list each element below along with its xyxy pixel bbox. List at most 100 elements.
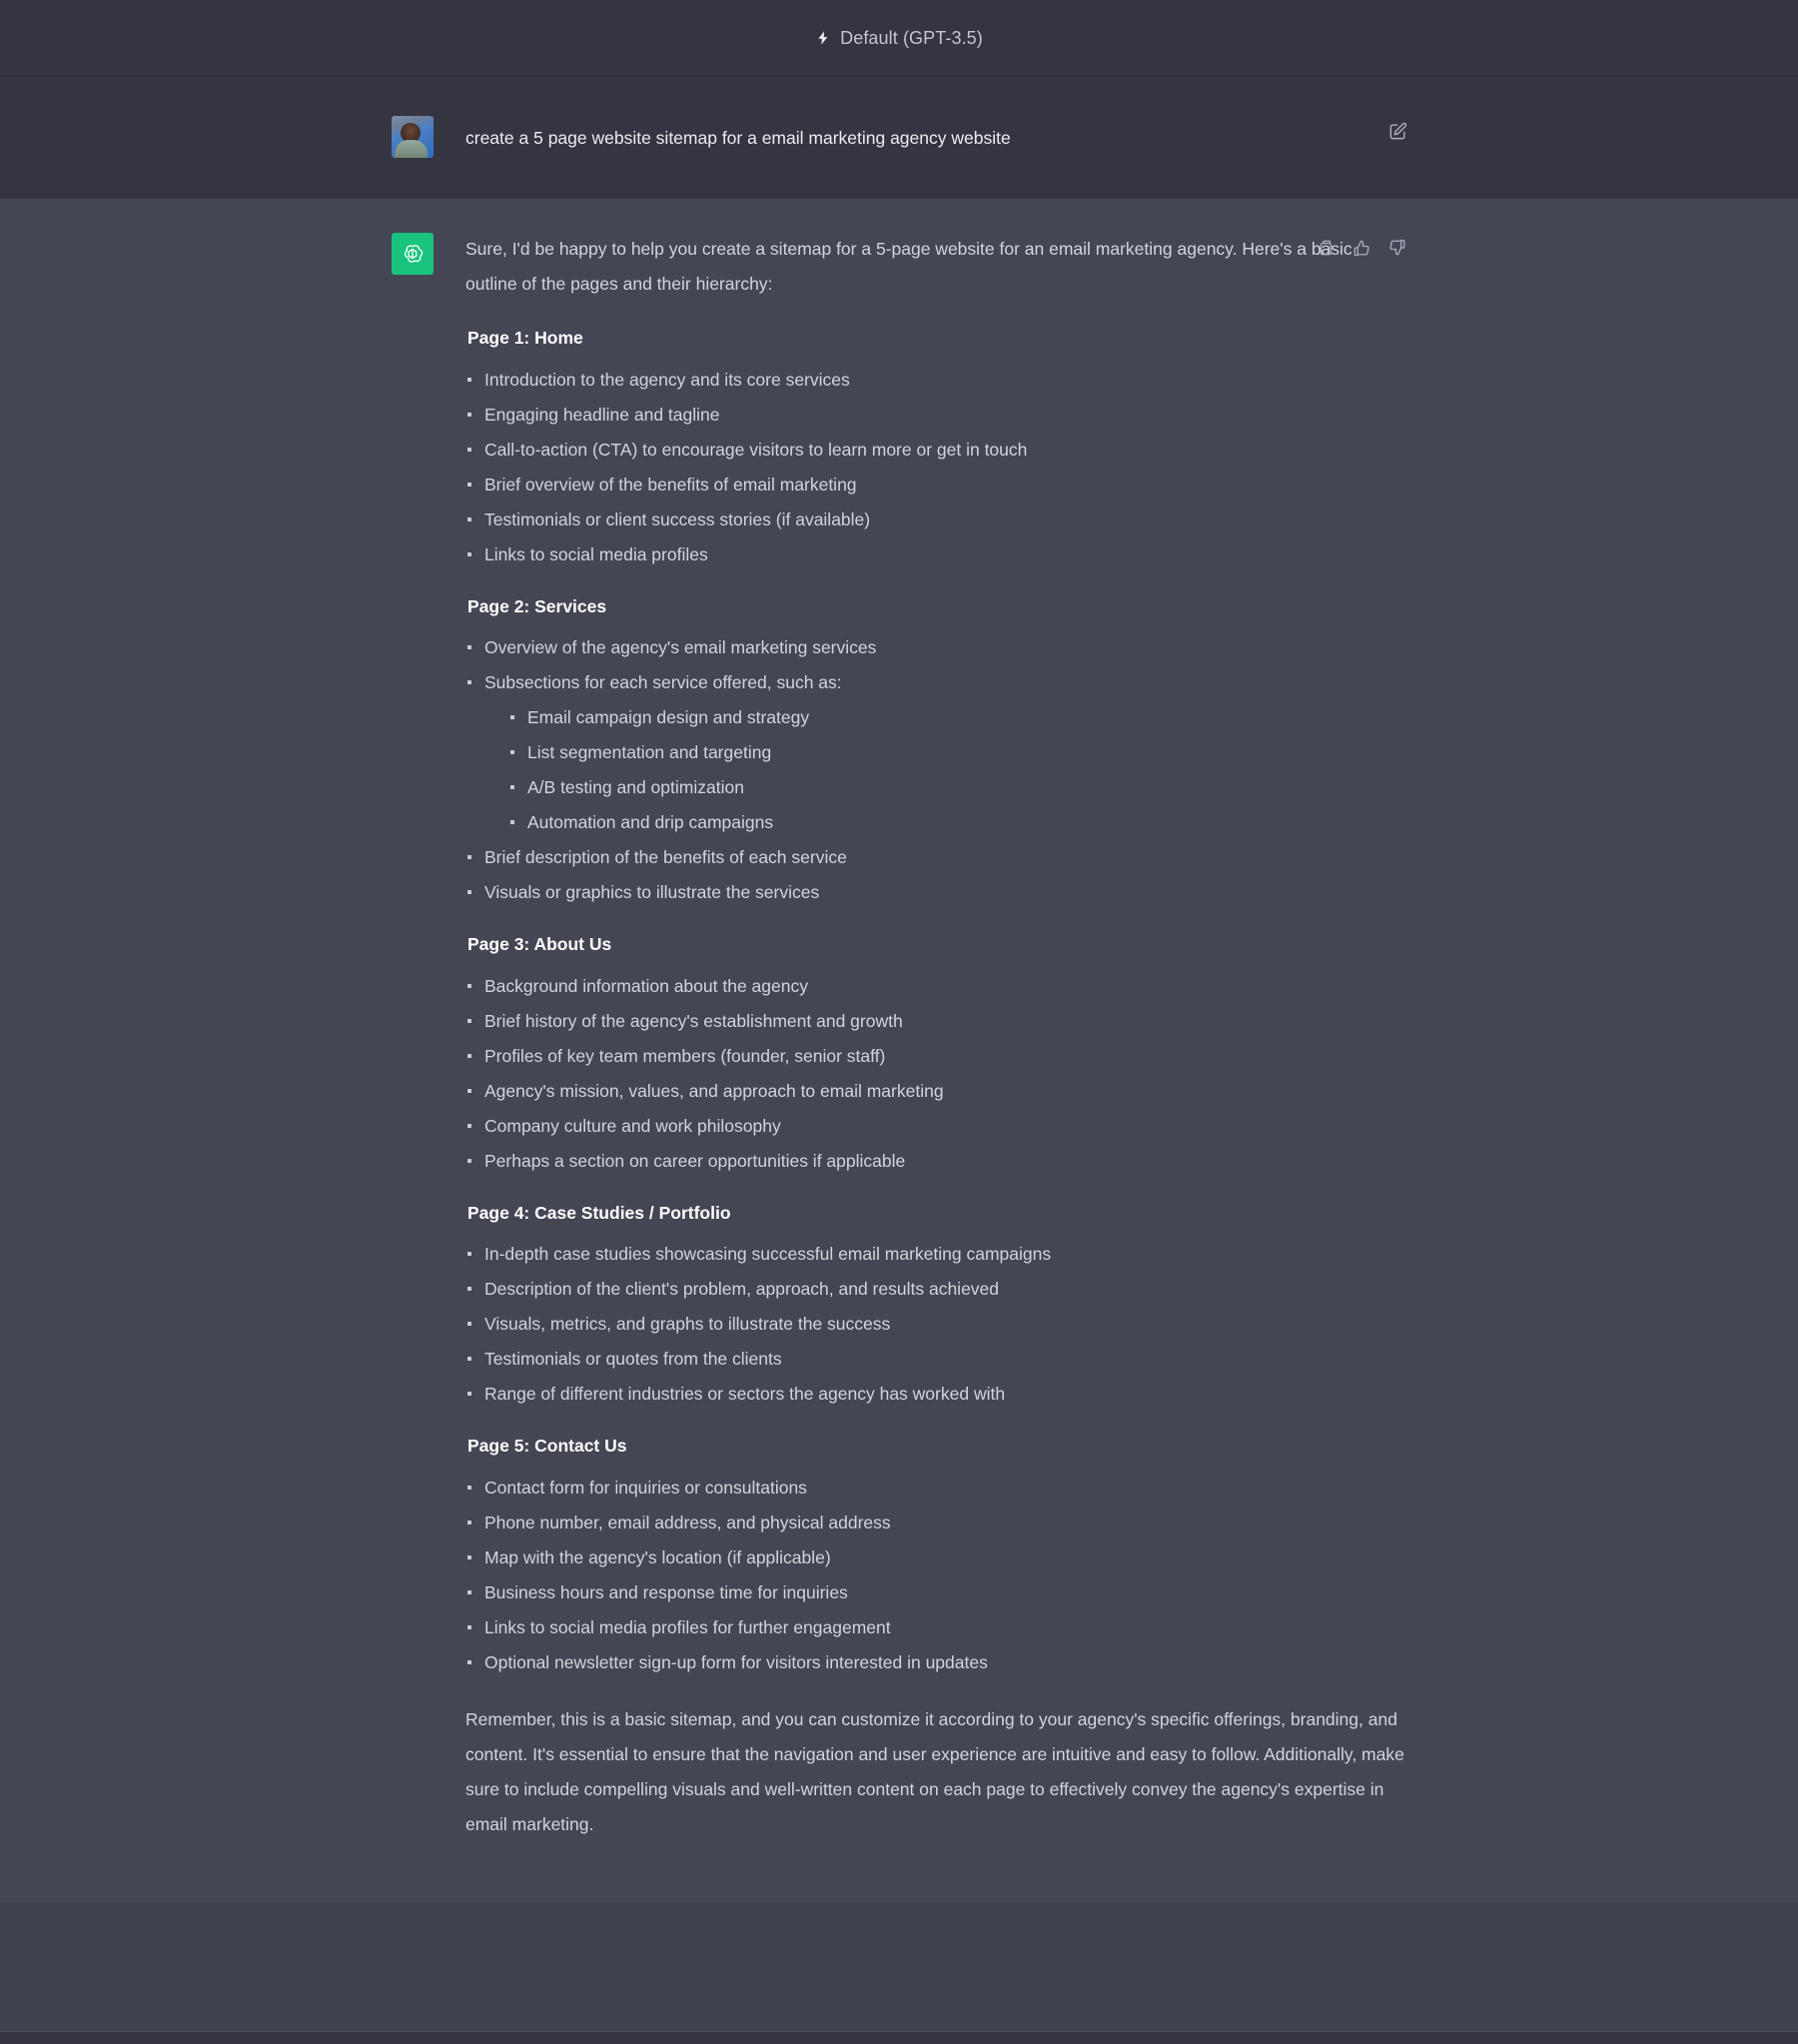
list-item-text: List segmentation and targeting [527, 742, 772, 762]
section-heading: Page 4: Case Studies / Portfolio [467, 1202, 731, 1223]
section-heading: Page 2: Services [467, 595, 607, 616]
list-item-text: Automation and drip campaigns [527, 812, 774, 832]
list-item-text: Engaging headline and tagline [484, 404, 720, 425]
list-item-text: Visuals, metrics, and graphs to illustra… [484, 1314, 891, 1334]
list-item-text: Testimonials or client success stories (… [484, 509, 871, 529]
composer-strip [0, 2031, 1798, 2044]
list-item: Testimonials or quotes from the clients [465, 1342, 1406, 1377]
list-item-text: Testimonials or quotes from the clients [484, 1349, 782, 1369]
list-item-text: Company culture and work philosophy [484, 1115, 781, 1136]
list-item: Background information about the agency [465, 969, 1406, 1004]
assistant-message-body: Sure, I'd be happy to help you create a … [465, 231, 1406, 1842]
list-item: Profiles of key team members (founder, s… [465, 1039, 1406, 1074]
list-item-text: Visuals or graphics to illustrate the se… [484, 882, 820, 902]
section-heading: Page 1: Home [467, 328, 583, 348]
list-item: Phone number, email address, and physica… [465, 1506, 1406, 1540]
sub-bullet-list: Email campaign design and strategy List … [484, 700, 1406, 840]
list-item: List segmentation and targeting [508, 735, 1406, 770]
user-message-actions [1384, 118, 1410, 144]
list-item-text: Links to social media profiles [484, 543, 708, 564]
chatgpt-logo-icon [392, 233, 434, 275]
thumbs-up-icon [1352, 239, 1370, 257]
list-item-text: Agency's mission, values, and approach t… [484, 1080, 944, 1101]
list-item: Call-to-action (CTA) to encourage visito… [465, 433, 1406, 468]
chatgpt-conversation-page: Default (GPT-3.5) create a 5 page websit… [0, 0, 1798, 2044]
edit-message-button[interactable] [1384, 118, 1410, 144]
list-item: Email campaign design and strategy [508, 700, 1406, 735]
copy-button[interactable] [1313, 235, 1339, 261]
thumbs-down-button[interactable] [1384, 235, 1410, 261]
list-item: Optional newsletter sign-up form for vis… [465, 1645, 1406, 1680]
edit-pencil-square-icon [1388, 122, 1407, 141]
list-item-text: Phone number, email address, and physica… [484, 1512, 891, 1533]
section-bullet-list: Contact form for inquiries or consultati… [465, 1471, 1406, 1680]
list-item-text: Links to social media profiles for furth… [484, 1616, 891, 1637]
assistant-outro-paragraph: Remember, this is a basic sitemap, and y… [465, 1708, 1404, 1834]
list-item: Brief description of the benefits of eac… [465, 840, 1406, 875]
assistant-avatar-column [392, 231, 434, 1842]
list-item: Contact form for inquiries or consultati… [465, 1471, 1406, 1506]
list-item: Visuals, metrics, and graphs to illustra… [465, 1307, 1406, 1342]
user-avatar-column [392, 114, 434, 158]
list-item: Perhaps a section on career opportunitie… [465, 1144, 1406, 1179]
bolt-icon [815, 29, 831, 47]
model-selector[interactable]: Default (GPT-3.5) [807, 25, 991, 51]
copy-icon [1317, 239, 1335, 257]
model-header: Default (GPT-3.5) [0, 0, 1798, 76]
list-item-text: Introduction to the agency and its core … [484, 369, 850, 390]
list-item: Brief history of the agency's establishm… [465, 1004, 1406, 1039]
user-message-body: create a 5 page website sitemap for a em… [465, 114, 1406, 158]
list-item: Description of the client's problem, app… [465, 1272, 1406, 1307]
list-item-text: Brief overview of the benefits of email … [484, 474, 857, 495]
list-item-text: Subsections for each service offered, su… [484, 672, 842, 692]
list-item-text: Profiles of key team members (founder, s… [484, 1045, 886, 1066]
list-item-text: Overview of the agency's email marketing… [484, 637, 877, 657]
list-item-text: Perhaps a section on career opportunitie… [484, 1150, 906, 1171]
list-item: Subsections for each service offered, su… [465, 665, 1406, 840]
list-item: Links to social media profiles for furth… [465, 1610, 1406, 1645]
list-item-text: Brief description of the benefits of eac… [484, 847, 847, 867]
assistant-message-row: Sure, I'd be happy to help you create a … [0, 199, 1798, 1902]
list-item: Overview of the agency's email marketing… [465, 630, 1406, 665]
section-bullet-list: In-depth case studies showcasing success… [465, 1237, 1406, 1412]
model-label: Default (GPT-3.5) [840, 27, 983, 48]
list-item: Automation and drip campaigns [508, 805, 1406, 840]
list-item: Visuals or graphics to illustrate the se… [465, 875, 1406, 910]
list-item-text: Optional newsletter sign-up form for vis… [484, 1651, 988, 1672]
section-heading: Page 3: About Us [467, 934, 612, 954]
list-item-text: Brief history of the agency's establishm… [484, 1010, 903, 1031]
list-item-text: Range of different industries or sectors… [484, 1384, 1006, 1404]
list-item: In-depth case studies showcasing success… [465, 1237, 1406, 1272]
list-item-text: Business hours and response time for inq… [484, 1581, 848, 1602]
list-item: Range of different industries or sectors… [465, 1377, 1406, 1412]
list-item-text: Background information about the agency [484, 975, 808, 996]
assistant-message-actions [1313, 235, 1410, 261]
list-item-text: Contact form for inquiries or consultati… [484, 1477, 807, 1498]
thumbs-down-icon [1388, 239, 1406, 257]
list-item: Testimonials or client success stories (… [465, 503, 1406, 537]
list-item: Map with the agency's location (if appli… [465, 1540, 1406, 1575]
section-bullet-list: Background information about the agency … [465, 969, 1406, 1179]
section-bullet-list: Introduction to the agency and its core … [465, 363, 1406, 572]
list-item-text: Description of the client's problem, app… [484, 1279, 1000, 1299]
user-avatar-photo [392, 116, 434, 158]
list-item-text: Call-to-action (CTA) to encourage visito… [484, 439, 1028, 460]
list-item-text: In-depth case studies showcasing success… [484, 1244, 1052, 1264]
user-message-text: create a 5 page website sitemap for a em… [465, 128, 1011, 148]
list-item: Links to social media profiles [465, 537, 1406, 572]
list-item-text: Map with the agency's location (if appli… [484, 1546, 831, 1567]
list-item: Engaging headline and tagline [465, 398, 1406, 433]
list-item: Business hours and response time for inq… [465, 1575, 1406, 1610]
section-bullet-list: Overview of the agency's email marketing… [465, 630, 1406, 910]
list-item: Company culture and work philosophy [465, 1109, 1406, 1144]
thumbs-up-button[interactable] [1348, 235, 1374, 261]
list-item-text: Email campaign design and strategy [527, 707, 810, 727]
assistant-intro-paragraph: Sure, I'd be happy to help you create a … [465, 239, 1352, 294]
list-item: A/B testing and optimization [508, 770, 1406, 805]
user-message-row: create a 5 page website sitemap for a em… [0, 76, 1798, 199]
list-item: Introduction to the agency and its core … [465, 363, 1406, 398]
list-item: Brief overview of the benefits of email … [465, 468, 1406, 503]
section-heading: Page 5: Contact Us [467, 1436, 627, 1456]
list-item: Agency's mission, values, and approach t… [465, 1074, 1406, 1109]
list-item-text: A/B testing and optimization [527, 777, 744, 797]
